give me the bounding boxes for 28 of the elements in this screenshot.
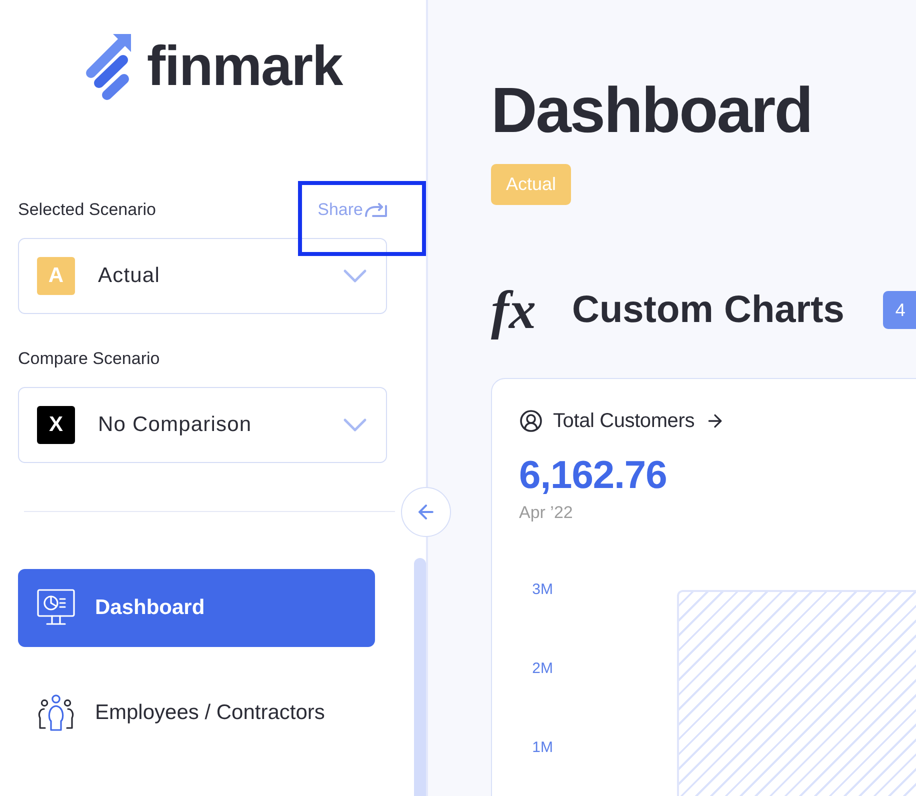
people-icon	[37, 694, 75, 732]
monitor-chart-icon	[37, 589, 75, 627]
section-title: Custom Charts	[572, 288, 844, 332]
scenario-badge: X	[37, 406, 75, 444]
metric-period: Apr ’22	[519, 502, 573, 524]
logo-mark-icon	[84, 32, 132, 100]
nav-item[interactable]: Employees / Contractors	[18, 674, 375, 752]
metric-value: 6,162.76	[519, 454, 667, 498]
fx-icon: fx	[491, 283, 545, 337]
chevron-down-icon	[343, 418, 367, 432]
field-label: Compare Scenario	[18, 348, 160, 370]
brand-name: finmark	[146, 34, 342, 99]
count-tag: 4	[883, 291, 916, 329]
axis-label: 2M	[532, 659, 553, 679]
field-label: Selected Scenario	[18, 199, 156, 221]
page-title: Dashboard	[491, 78, 812, 142]
user-circle-icon	[519, 409, 543, 433]
card-title[interactable]: Total Customers	[553, 410, 694, 432]
scenario-dropdown[interactable]: X No Comparison	[18, 387, 387, 463]
nav-item[interactable]: Dashboard	[18, 569, 375, 647]
axis-label: 1M	[532, 738, 553, 758]
scenario-badge: A	[37, 257, 75, 295]
scrollbar-thumb[interactable]	[414, 558, 426, 796]
scenario-dropdown[interactable]: A Actual	[18, 238, 387, 314]
chevron-down-icon	[343, 269, 367, 283]
share-icon	[365, 203, 387, 217]
scenario-tag: Actual	[491, 164, 572, 205]
axis-label: 3M	[532, 580, 553, 600]
